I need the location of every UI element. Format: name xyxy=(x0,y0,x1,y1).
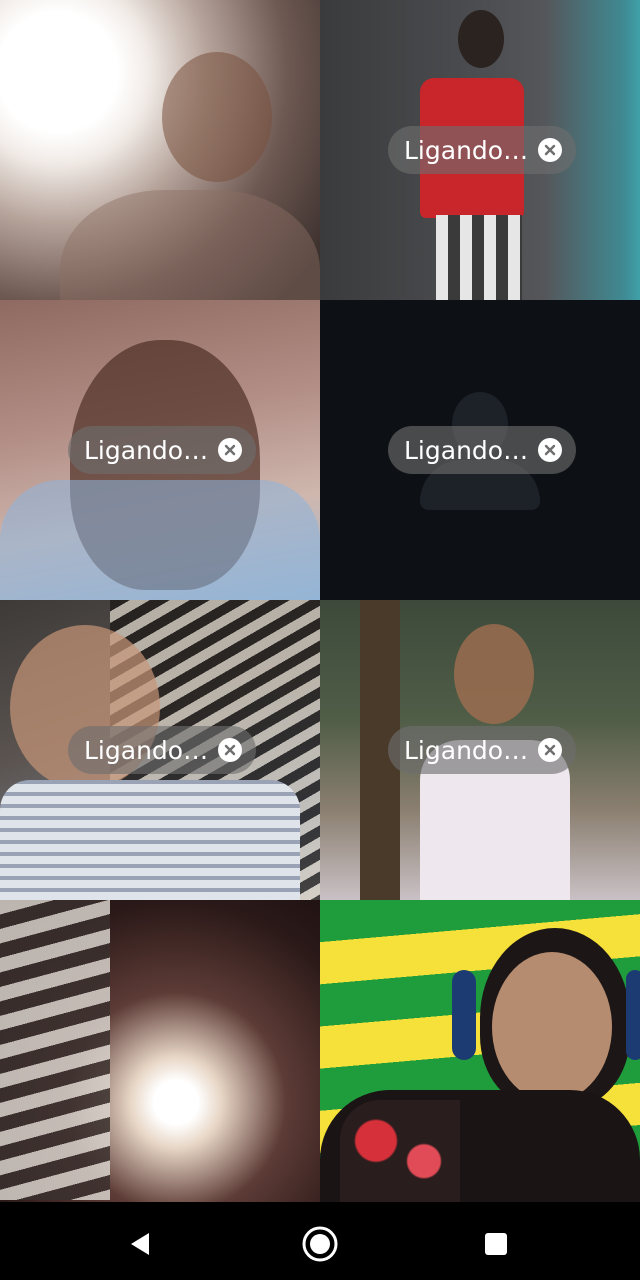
participant-silhouette xyxy=(454,624,534,724)
connecting-label: Ligando… xyxy=(84,735,209,765)
video-tile-participant-8[interactable] xyxy=(320,900,640,1202)
home-circle-icon[interactable] xyxy=(300,1224,340,1264)
headphones-icon xyxy=(452,970,476,1060)
participant-silhouette xyxy=(0,480,320,600)
connecting-label: Ligando… xyxy=(404,135,529,165)
participant-silhouette xyxy=(60,190,320,300)
video-tile-participant-4[interactable]: Ligando… xyxy=(320,300,640,600)
participant-silhouette xyxy=(436,215,522,300)
close-icon[interactable] xyxy=(218,738,243,762)
video-tile-participant-5[interactable]: Ligando… xyxy=(0,600,320,900)
connecting-pill: Ligando… xyxy=(68,426,257,474)
participant-silhouette xyxy=(458,10,504,68)
blinds xyxy=(0,900,110,1200)
connecting-pill: Ligando… xyxy=(388,126,577,174)
recents-square-icon[interactable] xyxy=(476,1224,516,1264)
video-tile-participant-3[interactable]: Ligando… xyxy=(0,300,320,600)
back-triangle-icon[interactable] xyxy=(120,1224,160,1264)
video-tile-participant-1[interactable] xyxy=(0,0,320,300)
video-call-grid: Ligando… Ligando… Ligando… Ligando… Liga… xyxy=(0,0,640,1202)
connecting-label: Ligando… xyxy=(404,735,529,765)
close-icon[interactable] xyxy=(538,138,563,162)
floral-print xyxy=(340,1100,460,1202)
participant-silhouette xyxy=(162,52,272,182)
headphones-icon xyxy=(626,970,640,1060)
video-tile-participant-6[interactable]: Ligando… xyxy=(320,600,640,900)
close-icon[interactable] xyxy=(538,738,563,762)
close-icon[interactable] xyxy=(538,438,563,462)
video-tile-participant-7[interactable] xyxy=(0,900,320,1202)
connecting-label: Ligando… xyxy=(84,435,209,465)
navigation-bar xyxy=(0,1202,640,1280)
video-tile-participant-2[interactable]: Ligando… xyxy=(320,0,640,300)
participant-silhouette xyxy=(0,780,300,900)
connecting-pill: Ligando… xyxy=(388,426,577,474)
participant-silhouette xyxy=(492,952,612,1102)
connecting-label: Ligando… xyxy=(404,435,529,465)
connecting-pill: Ligando… xyxy=(68,726,257,774)
close-icon[interactable] xyxy=(218,438,243,462)
connecting-pill: Ligando… xyxy=(388,726,577,774)
